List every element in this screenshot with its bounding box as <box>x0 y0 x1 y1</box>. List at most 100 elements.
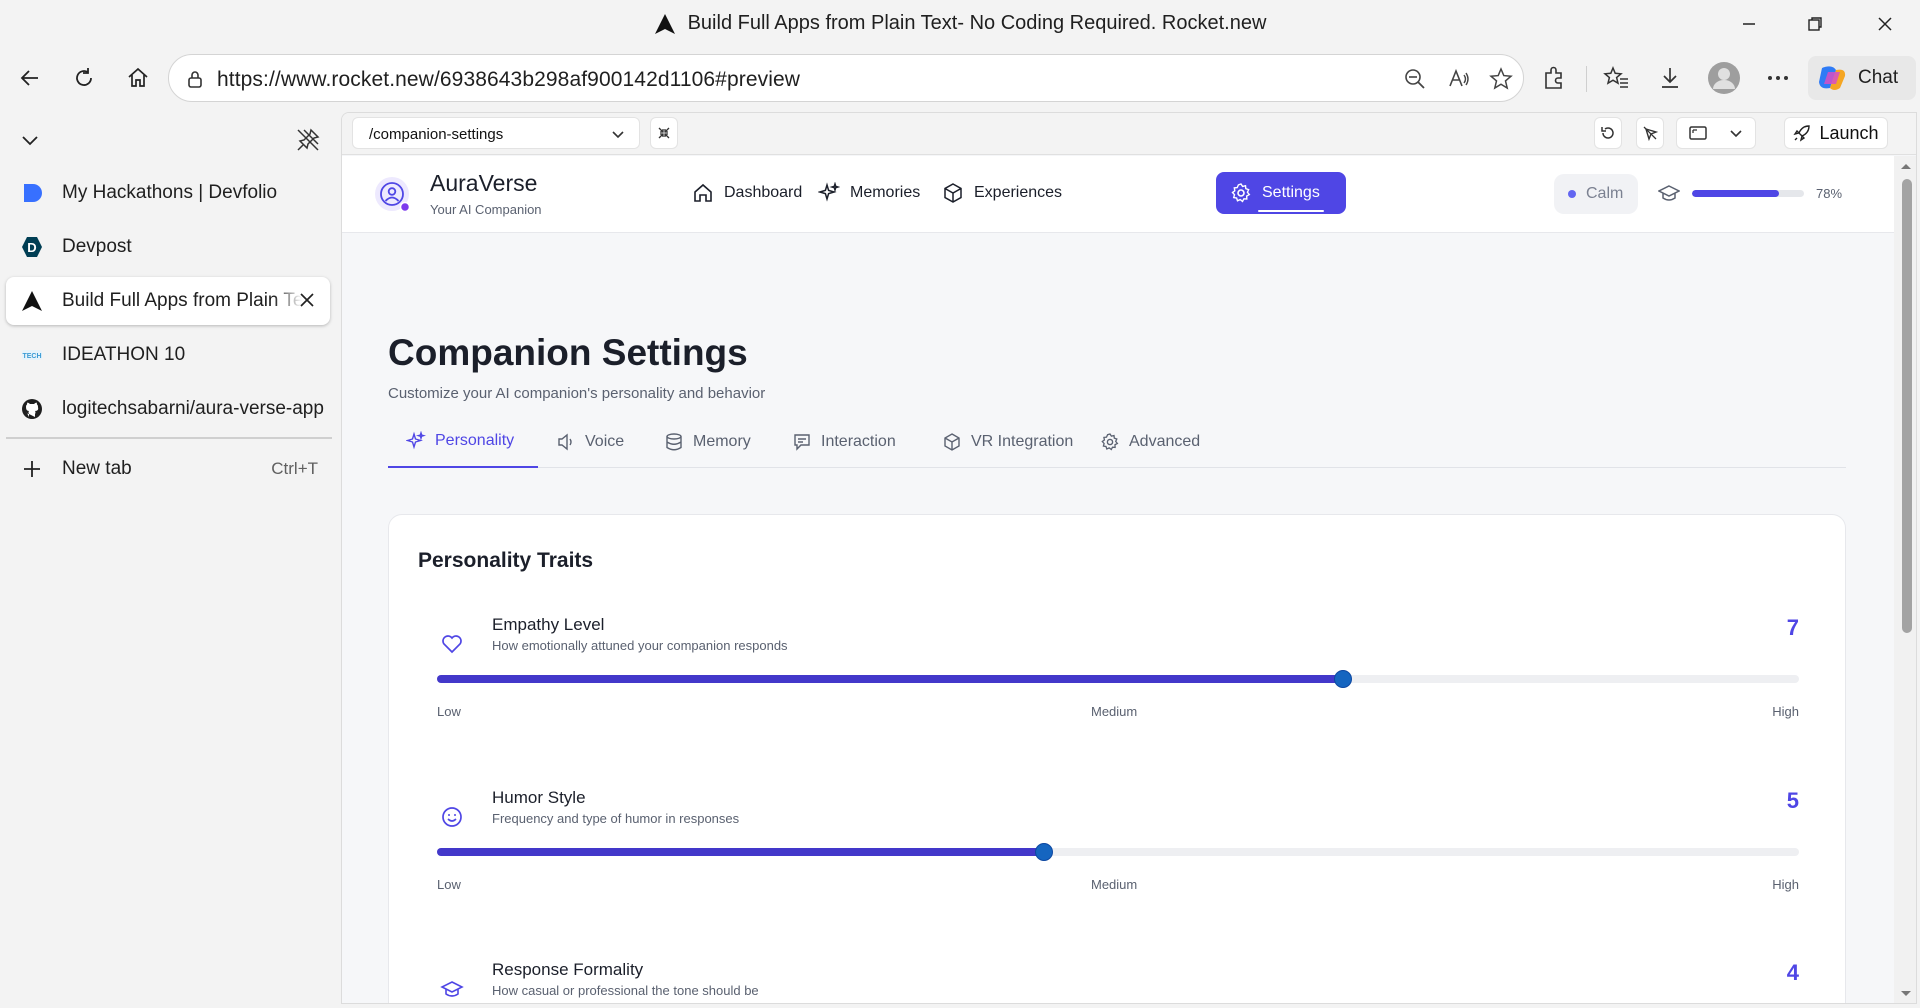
humor-slider[interactable] <box>437 843 1799 861</box>
trait-value: 4 <box>1786 960 1799 985</box>
card-title: Personality Traits <box>418 549 594 572</box>
app-root: AuraVerse Your AI Companion Dashboard Me… <box>342 156 1894 1003</box>
scale-high: High <box>1772 704 1799 719</box>
slider-fill <box>437 848 1045 856</box>
window-title-text: Build Full Apps from Plain Text- No Codi… <box>687 12 1267 34</box>
element-select-icon[interactable] <box>1636 117 1664 149</box>
tab-memory[interactable]: Memory <box>646 416 769 468</box>
github-icon <box>20 397 44 421</box>
route-select[interactable]: /companion-settings <box>352 117 640 149</box>
mood-badge[interactable]: Calm <box>1554 174 1638 214</box>
tab-item-github[interactable]: logitechsabarni/aura-verse-app <box>6 385 330 433</box>
mood-dot <box>1568 190 1576 198</box>
extensions-icon[interactable] <box>1538 62 1570 94</box>
favorites-icon[interactable] <box>1600 62 1632 94</box>
window-title: Build Full Apps from Plain Text- No Codi… <box>0 12 1920 35</box>
tab-item-devpost[interactable]: D Devpost <box>6 223 330 271</box>
tab-item-devfolio[interactable]: My Hackathons | Devfolio <box>6 169 330 217</box>
tab-vr-integration[interactable]: VR Integration <box>924 416 1091 468</box>
sparkles-icon <box>818 182 840 204</box>
tab-voice-label: Voice <box>585 433 625 450</box>
chat-label: Chat <box>1858 67 1899 88</box>
nav-settings-label: Settings <box>1262 184 1320 201</box>
new-tab-button[interactable]: New tab Ctrl+T <box>6 445 330 493</box>
trait-name: Humor Style <box>492 788 586 807</box>
lock-icon[interactable] <box>183 67 207 91</box>
sparkles-icon <box>406 431 426 451</box>
tab-label: Build Full Apps from Plain Text- No Codi… <box>62 290 302 311</box>
page-viewport: /companion-settings Launch AuraVerse You… <box>341 112 1917 1004</box>
mood-label: Calm <box>1586 185 1624 202</box>
slider-thumb[interactable] <box>1333 670 1352 688</box>
app-header: AuraVerse Your AI Companion Dashboard Me… <box>342 156 1894 233</box>
unpin-panel-icon[interactable] <box>294 126 322 154</box>
scroll-up-arrow-icon[interactable] <box>1900 162 1912 170</box>
trait-humor: Humor Style Frequency and type of humor … <box>437 788 1799 908</box>
more-options-icon[interactable] <box>1762 62 1794 94</box>
nav-experiences[interactable]: Experiences <box>928 172 1076 214</box>
trait-description: How casual or professional the tone shou… <box>492 983 759 998</box>
avatar-logo-icon[interactable] <box>374 176 410 212</box>
nav-dashboard[interactable]: Dashboard <box>678 172 816 214</box>
favorite-star-icon[interactable] <box>1489 67 1513 91</box>
zoom-out-icon[interactable] <box>1403 67 1427 91</box>
page-subtitle: Customize your AI companion's personalit… <box>388 385 766 402</box>
profile-avatar[interactable] <box>1708 62 1740 94</box>
reload-preview-icon[interactable] <box>1594 117 1622 149</box>
gear-icon <box>1230 182 1252 204</box>
scale-low: Low <box>437 877 461 892</box>
launch-button[interactable]: Launch <box>1784 117 1888 149</box>
read-aloud-icon[interactable] <box>1447 67 1471 91</box>
scroll-down-arrow-icon[interactable] <box>1900 990 1912 998</box>
downloads-icon[interactable] <box>1654 62 1686 94</box>
slider-thumb[interactable] <box>1035 843 1054 861</box>
preview-toolbar: /companion-settings Launch <box>342 113 1916 155</box>
back-button[interactable] <box>10 58 50 98</box>
tab-advanced[interactable]: Advanced <box>1082 416 1218 468</box>
collapse-preview-icon[interactable] <box>650 117 678 149</box>
tab-interaction[interactable]: Interaction <box>774 416 914 468</box>
tab-vr-label: VR Integration <box>971 433 1074 450</box>
collapse-tabs-chevron-icon[interactable] <box>18 128 42 152</box>
route-value: /companion-settings <box>369 126 504 143</box>
refresh-button[interactable] <box>64 58 104 98</box>
brand-tagline: Your AI Companion <box>430 202 542 217</box>
nav-settings[interactable]: Settings <box>1216 172 1346 214</box>
tab-label: Devpost <box>62 236 132 257</box>
tabs-divider <box>6 437 332 439</box>
smile-icon <box>437 802 467 832</box>
window-titlebar: Build Full Apps from Plain Text- No Codi… <box>0 0 1920 50</box>
page-title: Companion Settings <box>388 332 748 373</box>
close-window-button[interactable] <box>1862 8 1908 40</box>
nav-dashboard-label: Dashboard <box>724 184 803 201</box>
tab-personality[interactable]: Personality <box>388 416 538 468</box>
gear-icon <box>1100 432 1120 452</box>
url-text[interactable]: https://www.rocket.new/6938643b298af9001… <box>217 68 800 92</box>
viewport-size-select[interactable] <box>1676 117 1756 149</box>
scrollbar-thumb[interactable] <box>1902 179 1912 633</box>
address-bar[interactable]: https://www.rocket.new/6938643b298af9001… <box>168 54 1524 102</box>
tab-voice[interactable]: Voice <box>538 416 642 468</box>
page-scrollbar[interactable] <box>1894 156 1916 1003</box>
launch-label: Launch <box>1819 122 1879 143</box>
copilot-chat-button[interactable]: Chat <box>1808 56 1916 100</box>
viewport-icon <box>1689 125 1707 141</box>
empathy-slider[interactable] <box>437 670 1799 688</box>
chevron-down-icon <box>611 127 625 141</box>
tab-item-rocket[interactable]: Build Full Apps from Plain Text- No Codi… <box>6 277 330 325</box>
restore-button[interactable] <box>1792 8 1838 40</box>
close-tab-icon[interactable] <box>298 291 316 309</box>
active-underline <box>1258 210 1324 212</box>
nav-memories[interactable]: Memories <box>804 172 934 214</box>
tab-item-ideathon[interactable]: TECH IDEATHON 10 <box>6 331 330 379</box>
chat-icon <box>792 432 812 452</box>
brand-name[interactable]: AuraVerse <box>430 170 537 197</box>
trait-value: 5 <box>1786 788 1799 813</box>
home-button[interactable] <box>118 58 158 98</box>
devfolio-icon <box>20 181 44 205</box>
new-tab-label: New tab <box>62 458 132 479</box>
scale-high: High <box>1772 877 1799 892</box>
minimize-button[interactable] <box>1726 8 1772 40</box>
tab-advanced-label: Advanced <box>1129 433 1201 450</box>
cube-icon <box>942 432 962 452</box>
